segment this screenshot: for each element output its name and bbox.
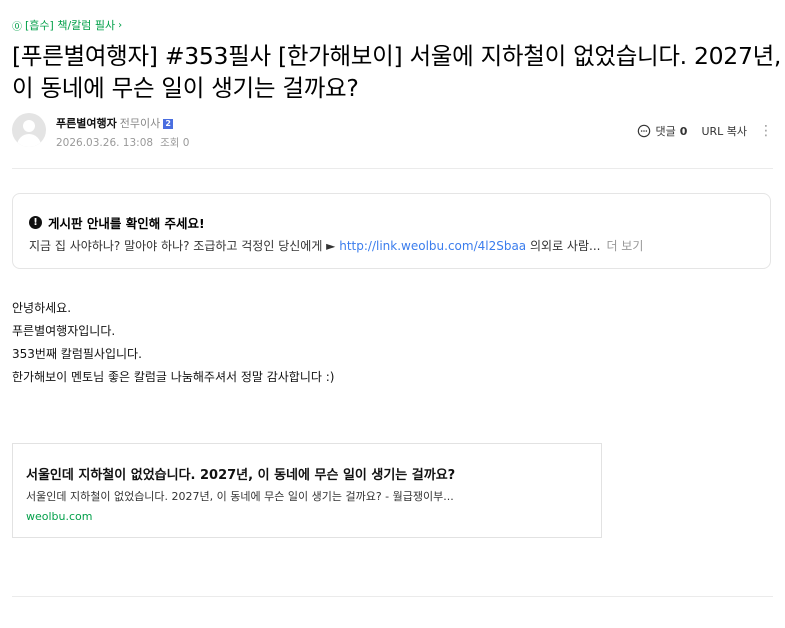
comment-icon[interactable] — [637, 124, 651, 138]
notice-box: ! 게시판 안내를 확인해 주세요! 지금 집 사야하나? 말아야 하나? 조급… — [12, 193, 771, 269]
link-card-title[interactable]: 서울인데 지하철이 없었습니다. 2027년, 이 동네에 무슨 일이 생기는 … — [26, 464, 455, 483]
notice-title: 게시판 안내를 확인해 주세요! — [48, 216, 205, 231]
body-line: 안녕하세요. — [12, 301, 72, 315]
divider — [12, 168, 773, 169]
level-badge-icon: 2 — [163, 119, 174, 129]
post-actions: 댓글 0 URL 복사 ⋮ — [637, 123, 773, 139]
notice-text-before: 지금 집 사야하나? 말아야 하나? 조급하고 걱정인 당신에게 ► — [29, 239, 340, 253]
link-card-description: 서울인데 지하철이 없었습니다. 2027년, 이 동네에 무슨 일이 생기는 … — [26, 490, 454, 503]
notice-heading: ! 게시판 안내를 확인해 주세요! — [29, 213, 205, 232]
post-body: 안녕하세요. 푸른별여행자입니다. 353번째 칼럼필사입니다. 한가해보이 멘… — [12, 297, 334, 389]
url-copy-button[interactable]: URL 복사 — [701, 123, 747, 139]
author-name[interactable]: 푸른별여행자 — [56, 117, 117, 130]
divider — [12, 596, 773, 597]
chevron-right-icon: › — [118, 19, 123, 31]
link-card-domain: weolbu.com — [26, 510, 93, 523]
notice-more-button[interactable]: 더 보기 — [606, 239, 643, 253]
post-date: 2026.03.26. 13:08 — [56, 137, 154, 149]
body-line: 한가해보이 멘토님 좋은 칼럼글 나눔해주셔서 정말 감사합니다 :) — [12, 370, 335, 384]
link-preview-card[interactable]: 서울인데 지하철이 없었습니다. 2027년, 이 동네에 무슨 일이 생기는 … — [12, 443, 602, 538]
body-line: 푸른별여행자입니다. — [12, 324, 116, 338]
post-meta: 2026.03.26. 13:08 조회 0 — [56, 135, 189, 150]
avatar[interactable] — [12, 113, 46, 147]
breadcrumb[interactable]: ⓪ [흡수] 책/칼럼 필사 › — [12, 17, 122, 33]
notice-text: 지금 집 사야하나? 말아야 하나? 조급하고 걱정인 당신에게 ► http:… — [29, 237, 759, 254]
board-badge-icon: ⓪ — [12, 21, 22, 33]
author-row: 푸른별여행자 전무이사 2 2026.03.26. 13:08 조회 0 댓글 0 U… — [12, 113, 773, 153]
notice-text-after: 의외로 사람... — [526, 239, 601, 253]
author-info: 푸른별여행자 전무이사 2 — [56, 115, 174, 131]
view-count: 조회 0 — [160, 137, 190, 149]
info-icon: ! — [29, 216, 42, 229]
author-role: 전무이사 — [119, 117, 161, 130]
avatar-head-shape — [23, 120, 35, 132]
comment-label[interactable]: 댓글 — [656, 123, 676, 139]
avatar-body-shape — [17, 134, 41, 147]
notice-link[interactable]: http://link.weolbu.com/4l2Sbaa — [339, 239, 526, 253]
post-title: [푸른별여행자] #353필사 [한가해보이] 서울에 지하철이 없었습니다. … — [12, 42, 782, 102]
comment-count: 0 — [679, 124, 688, 138]
more-options-icon[interactable]: ⋮ — [759, 123, 773, 139]
body-line: 353번째 칼럼필사입니다. — [12, 347, 142, 361]
board-name-link[interactable]: [흡수] 책/칼럼 필사 — [25, 17, 115, 33]
